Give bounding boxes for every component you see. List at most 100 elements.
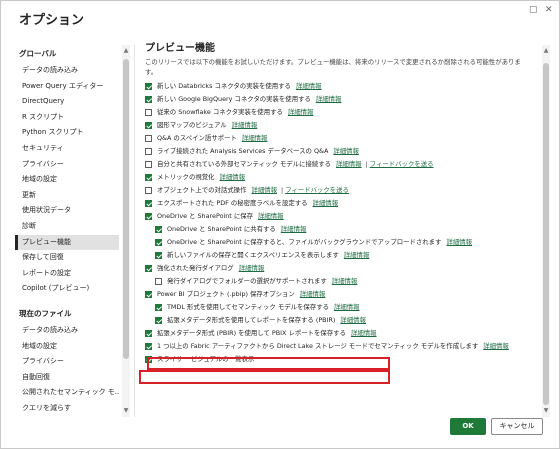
feature-option-label-group: オブジェクト上での対話式操作 詳細情報 | フィードバックを送る	[157, 184, 349, 197]
feature-checkbox[interactable]	[145, 161, 152, 168]
sidebar-current-header: 現在のファイル	[19, 308, 72, 318]
feature-checkbox[interactable]	[145, 135, 152, 142]
content-scroll-down-icon[interactable]: ▼	[542, 407, 550, 414]
sidebar-item[interactable]: 保存して回復	[15, 250, 119, 266]
sidebar-item[interactable]: 更新	[15, 188, 119, 204]
feature-label: 拡張メタデータ形式 (PBIR) を使用して PBIX レポートを保存する	[157, 329, 346, 337]
sidebar: グローバル データの読み込み Power Query エディター DirectQue…	[15, 45, 119, 417]
sidebar-item[interactable]: 地域の設定	[15, 339, 119, 355]
feature-checkbox[interactable]	[145, 330, 152, 337]
feature-label: 図形マップのビジュアル	[157, 121, 227, 129]
content-scrollbar[interactable]: ▲ ▼	[542, 45, 550, 417]
sidebar-item[interactable]: Power Query エディター	[15, 79, 119, 95]
learn-more-link[interactable]: 詳細情報	[340, 316, 366, 324]
pane-divider	[134, 45, 135, 417]
learn-more-link[interactable]: 詳細情報	[344, 251, 370, 259]
feature-checkbox[interactable]	[155, 317, 162, 324]
sidebar-item[interactable]: 診断	[15, 219, 119, 235]
feature-checkbox[interactable]	[145, 265, 152, 272]
learn-more-link[interactable]: 詳細情報	[300, 290, 326, 298]
feature-checkbox[interactable]	[145, 200, 152, 207]
feature-option-label-group: Power BI プロジェクト (.pbip) 保存オプション 詳細情報	[157, 288, 325, 301]
sidebar-item[interactable]: データの読み込み	[15, 323, 119, 339]
sidebar-item[interactable]: 使用状況データ	[15, 203, 119, 219]
sidebar-item[interactable]: Python スクリプト	[15, 125, 119, 141]
feature-checkbox[interactable]	[145, 356, 152, 363]
learn-more-link[interactable]: 詳細情報	[336, 160, 362, 168]
feature-checkbox[interactable]	[145, 343, 152, 350]
sidebar-item[interactable]: レポートの設定	[15, 416, 119, 417]
learn-more-link[interactable]: 詳細情報	[334, 303, 360, 311]
feature-checkbox[interactable]	[145, 148, 152, 155]
send-feedback-link[interactable]: フィードバックを送る	[285, 186, 349, 194]
sidebar-item[interactable]: クエリを減らす	[15, 401, 119, 417]
feature-checkbox[interactable]	[145, 83, 152, 90]
learn-more-link[interactable]: 詳細情報	[483, 342, 509, 350]
sidebar-item[interactable]: レポートの設定	[15, 266, 119, 282]
feature-checkbox[interactable]	[155, 239, 162, 246]
section-description: このリリースでは以下の機能をお試しいただけます。プレビュー機能は、将来のリリース…	[145, 58, 521, 76]
feature-checkbox[interactable]	[155, 278, 162, 285]
feature-option-label-group: TMDL 形式を使用してセマンティック モデルを保存する 詳細情報	[167, 301, 360, 314]
sidebar-current-list: データの読み込み 地域の設定 プライバシー 自動回復 公開されたセマンティック モ...…	[15, 323, 119, 417]
sidebar-item[interactable]: 地域の設定	[15, 172, 119, 188]
learn-more-link[interactable]: 詳細情報	[313, 199, 339, 207]
feature-checkbox[interactable]	[145, 291, 152, 298]
learn-more-link[interactable]: 詳細情報	[258, 212, 284, 220]
maximize-icon[interactable]: ▢	[529, 5, 538, 15]
learn-more-link[interactable]: 詳細情報	[332, 277, 358, 285]
feature-option-row: 拡張メタデータ形式を使用してレポートを保存する (PBIR) 詳細情報	[145, 314, 530, 327]
feature-option-label-group: スライサー ビジュアルの一覧表示	[157, 353, 254, 366]
sidebar-item[interactable]: プライバシー	[15, 354, 119, 370]
feature-label: 従来の Snowflake コネクタ実装を使用する	[157, 108, 283, 116]
learn-more-link[interactable]: 詳細情報	[220, 173, 246, 181]
sidebar-item[interactable]: DirectQuery	[15, 94, 119, 110]
sidebar-item[interactable]: 自動回復	[15, 370, 119, 386]
learn-more-link[interactable]: 詳細情報	[296, 82, 322, 90]
feature-checkbox[interactable]	[145, 109, 152, 116]
feature-label: Q&A のスペイン語サポート	[157, 134, 237, 142]
scroll-down-arrow-icon[interactable]: ▼	[122, 407, 130, 414]
feature-checkbox[interactable]	[145, 213, 152, 220]
sidebar-item[interactable]: プライバシー	[15, 157, 119, 173]
learn-more-link[interactable]: 詳細情報	[242, 134, 268, 142]
sidebar-scroll-thumb[interactable]	[123, 59, 129, 359]
feature-checkbox[interactable]	[145, 96, 152, 103]
feature-option-row: スライサー ビジュアルの一覧表示	[145, 353, 530, 366]
learn-more-link[interactable]: 詳細情報	[288, 108, 314, 116]
learn-more-link[interactable]: 詳細情報	[239, 264, 265, 272]
scroll-up-arrow-icon[interactable]: ▲	[122, 47, 130, 54]
learn-more-link[interactable]: 詳細情報	[251, 186, 277, 194]
close-icon[interactable]: ✕	[545, 5, 553, 15]
sidebar-item[interactable]: プレビュー機能	[15, 234, 119, 251]
learn-more-link[interactable]: 詳細情報	[446, 238, 472, 246]
feature-checkbox[interactable]	[145, 174, 152, 181]
cancel-button[interactable]: キャンセル	[491, 418, 543, 435]
feature-option-row: 図形マップのビジュアル 詳細情報	[145, 119, 530, 132]
learn-more-link[interactable]: 詳細情報	[351, 329, 377, 337]
learn-more-link[interactable]: 詳細情報	[281, 225, 307, 233]
sidebar-scrollbar[interactable]: ▲ ▼	[122, 45, 130, 417]
feature-checkbox[interactable]	[155, 304, 162, 311]
send-feedback-link[interactable]: フィードバックを送る	[370, 160, 434, 168]
feature-checkbox[interactable]	[155, 226, 162, 233]
feature-option-row: Power BI プロジェクト (.pbip) 保存オプション 詳細情報	[145, 288, 530, 301]
feature-option-row: OneDrive と SharePoint に保存すると、ファイルがバックグラウ…	[145, 236, 530, 249]
feature-checkbox[interactable]	[145, 187, 152, 194]
sidebar-item[interactable]: 公開されたセマンティック モ...	[15, 385, 119, 401]
learn-more-link[interactable]: 詳細情報	[333, 147, 359, 155]
content-scroll-thumb[interactable]	[543, 63, 549, 405]
feature-label: 拡張メタデータ形式を使用してレポートを保存する (PBIR)	[167, 316, 336, 324]
preview-features-pane: プレビュー機能 このリリースでは以下の機能をお試しいただけます。プレビュー機能は…	[145, 41, 530, 417]
content-scroll-up-icon[interactable]: ▲	[542, 47, 550, 54]
feature-option-label-group: 1 つ以上の Fabric アーティファクトから Direct Lake ストレ…	[157, 340, 509, 353]
learn-more-link[interactable]: 詳細情報	[232, 121, 258, 129]
sidebar-item[interactable]: データの読み込み	[15, 63, 119, 79]
sidebar-item[interactable]: R スクリプト	[15, 110, 119, 126]
sidebar-item[interactable]: Copilot (プレビュー)	[15, 281, 119, 297]
sidebar-item[interactable]: セキュリティ	[15, 141, 119, 157]
ok-button[interactable]: OK	[450, 418, 486, 435]
feature-checkbox[interactable]	[145, 122, 152, 129]
feature-checkbox[interactable]	[155, 252, 162, 259]
learn-more-link[interactable]: 詳細情報	[316, 95, 342, 103]
